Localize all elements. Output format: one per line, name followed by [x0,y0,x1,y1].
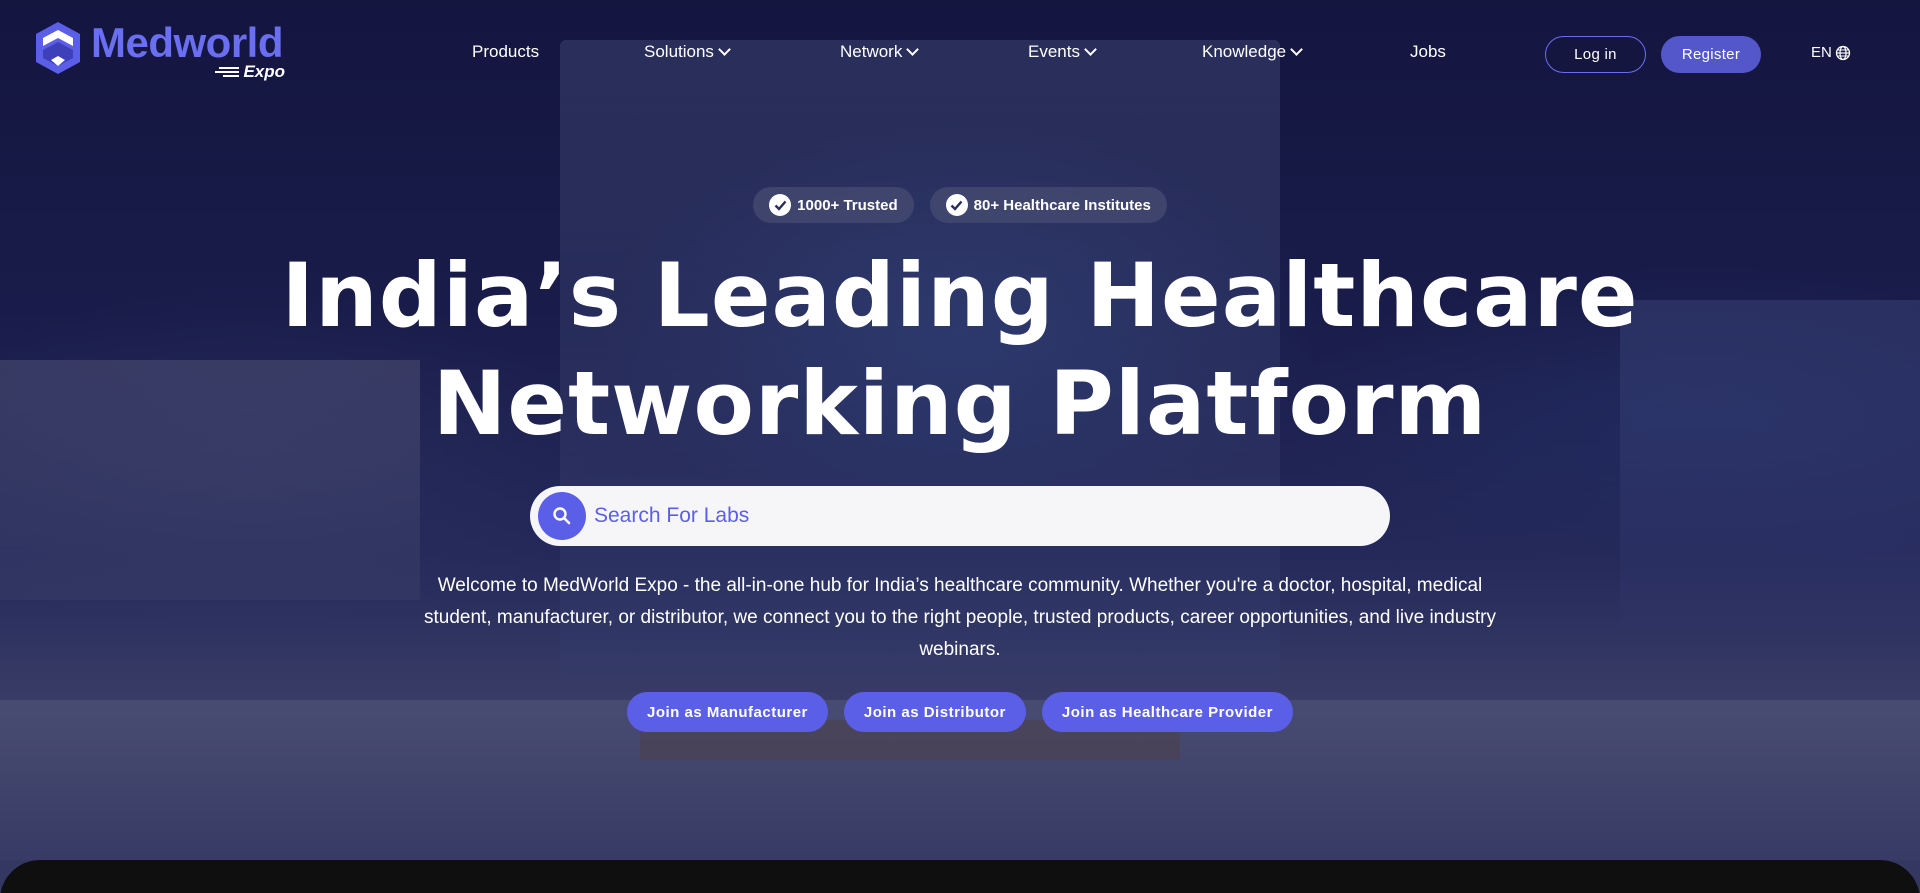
hero-description: Welcome to MedWorld Expo - the all-in-on… [424,575,1496,660]
globe-icon [1835,45,1850,60]
search-bar [530,486,1390,546]
badge-label: 80+ Healthcare Institutes [973,196,1151,214]
hero-title-line1: India’s Leading Healthcare [281,244,1639,347]
hero-title: India’s Leading Healthcare Networking Pl… [0,242,1920,458]
badge-institutes: 80+ Healthcare Institutes [929,187,1167,223]
chevron-down-icon [906,43,920,56]
search-icon [553,507,571,525]
badge-trusted: 1000+ Trusted [753,187,914,223]
join-healthcare-provider-button[interactable]: Join as Healthcare Provider [1041,692,1293,732]
trust-badges: 1000+ Trusted 80+ Healthcare Institutes [0,187,1920,223]
nav-item-events[interactable]: Events [1028,42,1097,62]
chevron-down-icon [1290,43,1303,56]
nav-item-solutions[interactable]: Solutions [644,42,731,62]
nav-item-label: Events [1028,42,1080,61]
language-label: EN [1811,44,1832,61]
search-button[interactable] [538,492,586,540]
nav-item-knowledge[interactable]: Knowledge [1202,42,1303,62]
navbar: Medworld Expo Products Solutions Network… [0,0,1920,108]
hero-title-line2: Networking Platform [432,352,1488,455]
nav-item-network[interactable]: Network [840,42,920,62]
nav-item-label: Network [840,42,903,61]
nav-item-label: Knowledge [1202,42,1287,61]
join-distributor-button[interactable]: Join as Distributor [843,692,1026,732]
join-manufacturer-button[interactable]: Join as Manufacturer [627,692,828,732]
nav-item-jobs[interactable]: Jobs [1410,42,1446,62]
nav-item-label: Products [472,42,540,61]
chevron-down-icon [718,43,731,56]
nav-item-label: Jobs [1410,42,1446,61]
login-button[interactable]: Log in [1545,36,1646,73]
check-circle-icon [945,194,968,216]
register-button[interactable]: Register [1661,36,1761,73]
language-selector[interactable]: EN [1811,44,1851,61]
nav-item-label: Solutions [644,42,714,61]
badge-label: 1000+ Trusted [797,196,898,214]
nav-item-products[interactable]: Products [472,42,539,62]
next-section-edge [0,860,1920,893]
check-circle-icon [769,194,792,216]
speed-lines-icon [213,66,240,78]
search-input[interactable] [594,504,1354,528]
cta-group: Join as Manufacturer Join as Distributor… [0,692,1920,732]
chevron-down-icon [1084,43,1097,56]
